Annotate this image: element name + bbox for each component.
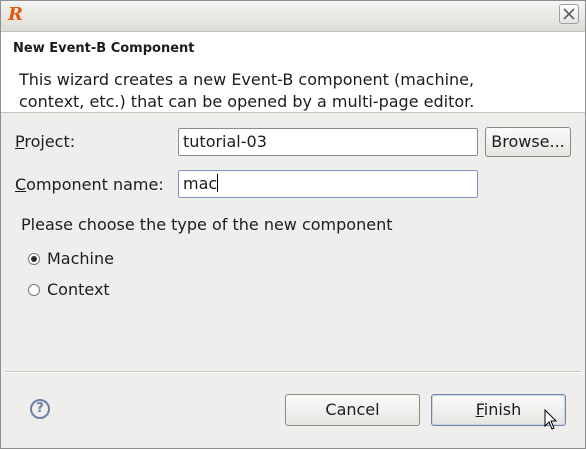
wizard-header: New Event-B Component This wizard create… (1, 32, 585, 113)
cancel-button[interactable]: Cancel (285, 394, 420, 426)
close-button[interactable] (559, 4, 579, 24)
radio-context-button[interactable] (28, 284, 40, 296)
new-component-dialog: R New Event-B Component This wizard crea… (0, 0, 586, 449)
finish-mnemonic: F (475, 400, 484, 419)
text-caret (217, 174, 219, 192)
component-type-label: Please choose the type of the new compon… (21, 215, 393, 234)
radio-machine-button[interactable] (28, 253, 40, 265)
radio-machine-label: Machine (47, 249, 114, 268)
project-label: Project: (15, 132, 75, 151)
project-label-mnemonic: P (15, 132, 25, 151)
project-label-rest: roject: (24, 132, 76, 151)
help-icon[interactable]: ? (30, 399, 50, 419)
close-icon (563, 8, 575, 20)
footer-separator (5, 371, 581, 373)
component-name-label: Component name: (15, 175, 164, 194)
rodin-app-icon: R (8, 4, 23, 25)
component-name-value: mac (183, 174, 218, 193)
mouse-pointer-icon (544, 409, 558, 430)
wizard-title: New Event-B Component (13, 41, 195, 56)
project-field[interactable]: tutorial-03 (178, 128, 478, 156)
radio-context-label: Context (47, 280, 110, 299)
component-name-label-rest: omponent name: (26, 175, 164, 194)
project-field-value: tutorial-03 (183, 132, 267, 151)
component-name-label-mnemonic: C (15, 175, 27, 194)
component-name-field[interactable]: mac (178, 170, 478, 198)
title-bar[interactable]: R (1, 1, 585, 32)
browse-button[interactable]: Browse... (485, 127, 571, 157)
wizard-description: This wizard creates a new Event-B compon… (19, 70, 475, 111)
finish-label-rest: inish (483, 400, 522, 419)
